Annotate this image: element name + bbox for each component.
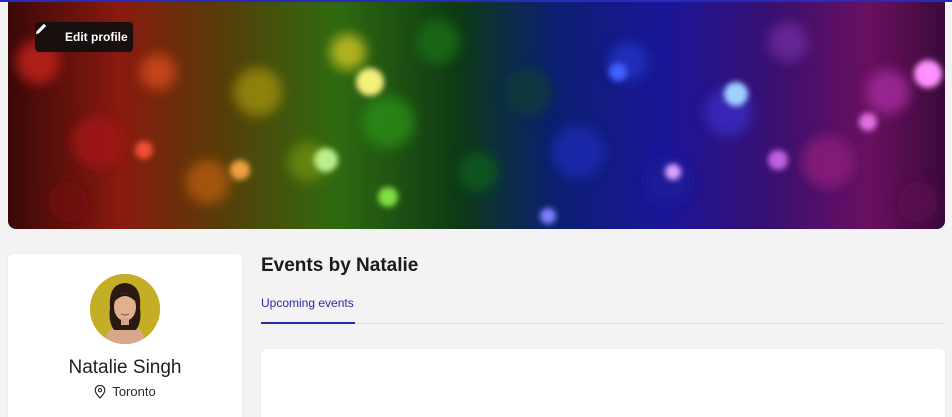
profile-name: Natalie Singh <box>68 357 182 378</box>
location-text: Toronto <box>112 384 156 399</box>
edit-profile-label: Edit profile <box>65 30 128 44</box>
profile-location: Toronto <box>8 384 242 399</box>
events-heading: Events by Natalie <box>261 255 419 276</box>
tab-upcoming-events[interactable]: Upcoming events <box>261 296 355 324</box>
cover-image: Edit profile <box>8 2 945 229</box>
events-list-panel <box>261 349 945 417</box>
edit-profile-button[interactable]: Edit profile <box>35 22 133 52</box>
events-tabs: Upcoming events <box>261 296 945 324</box>
pencil-icon <box>36 23 57 44</box>
profile-card: Natalie Singh Toronto <box>8 254 242 417</box>
avatar <box>90 274 160 344</box>
cover-glitter-art <box>16 20 942 224</box>
map-pin-icon <box>94 384 106 399</box>
